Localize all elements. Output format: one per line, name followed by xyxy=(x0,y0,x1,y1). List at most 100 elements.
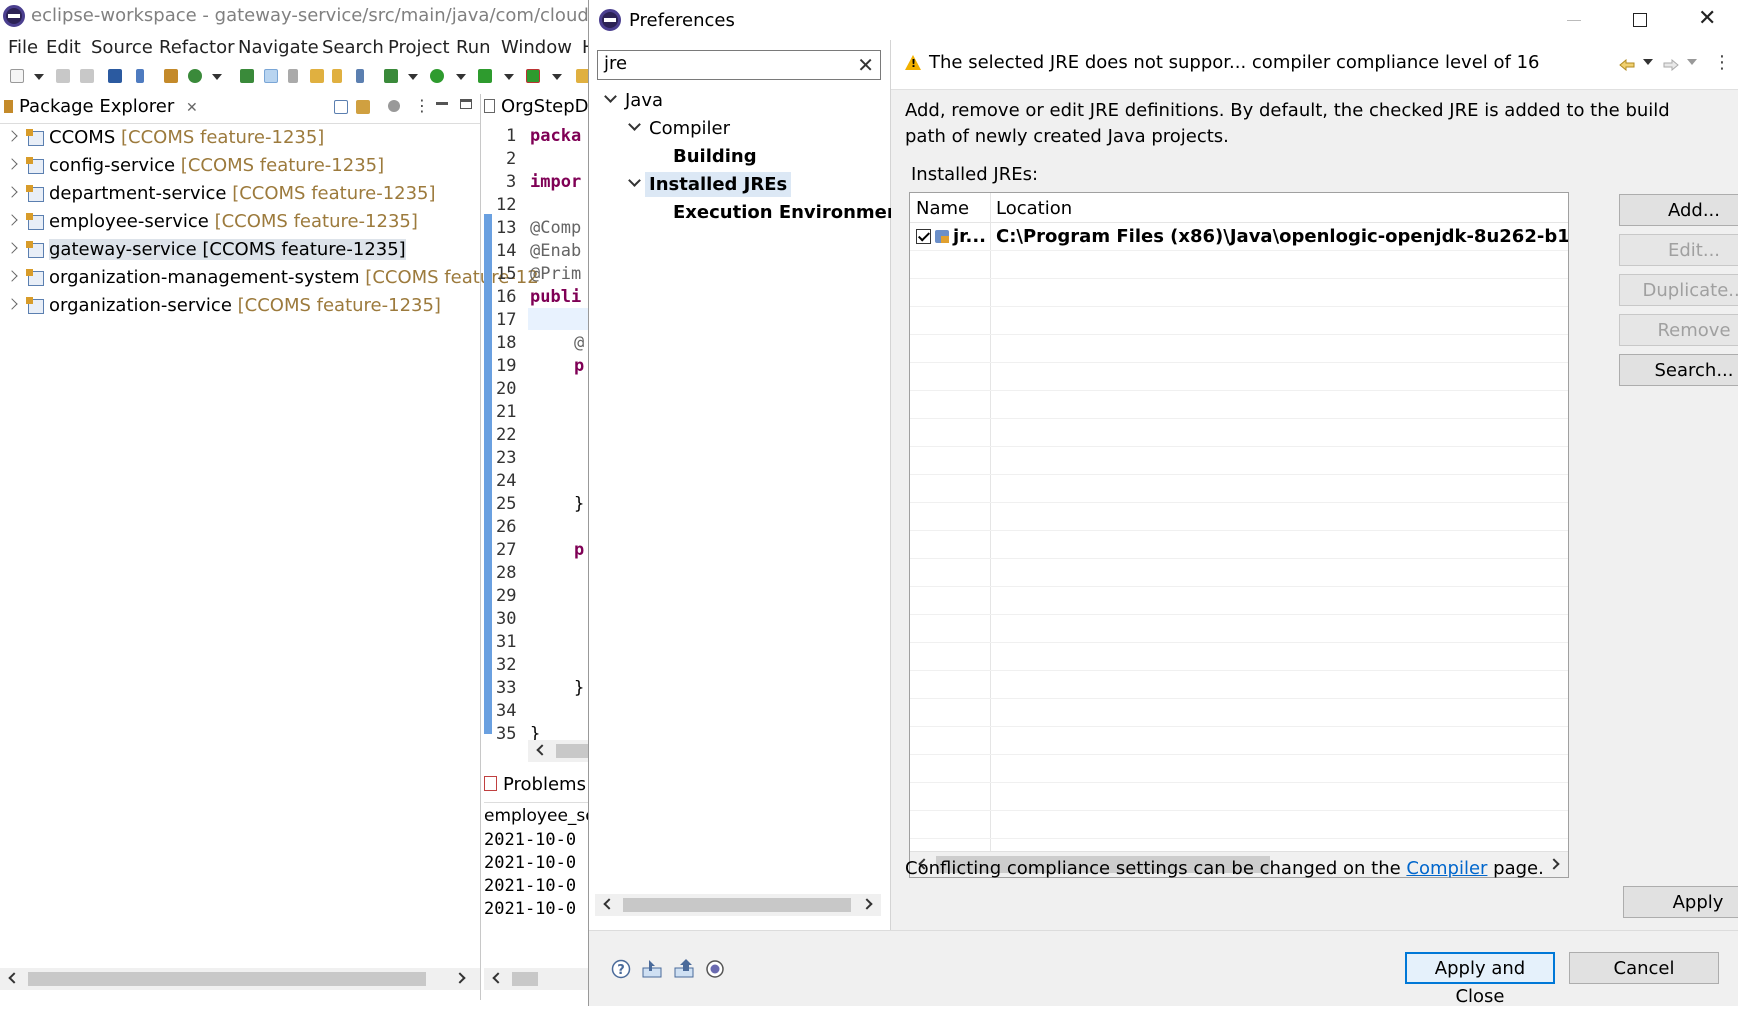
expand-arrow-icon[interactable] xyxy=(6,130,18,142)
expand-arrow-icon[interactable] xyxy=(6,242,18,254)
new-java-package-icon[interactable] xyxy=(164,69,178,83)
filters-icon[interactable] xyxy=(388,100,400,112)
tree-item-java[interactable]: Java xyxy=(625,90,663,111)
scroll-left-icon[interactable] xyxy=(492,972,504,984)
table-row[interactable]: jr... C:\Program Files (x86)\Java\openlo… xyxy=(910,223,1568,251)
menu-navigate[interactable]: Navigate xyxy=(238,37,319,58)
expand-arrow-icon[interactable] xyxy=(6,214,18,226)
minimize-view-icon[interactable] xyxy=(436,102,448,105)
debug-dropdown-icon[interactable] xyxy=(408,74,418,80)
problems-tab[interactable]: Problems xyxy=(484,774,586,795)
menu-source[interactable]: Source xyxy=(91,37,153,58)
tree-item-compiler[interactable]: Compiler xyxy=(649,118,730,139)
view-menu-icon[interactable]: ⋮ xyxy=(414,96,430,115)
compiler-link[interactable]: Compiler xyxy=(1406,858,1487,879)
oomph-icon[interactable] xyxy=(705,959,725,979)
menu-search[interactable]: Search xyxy=(322,37,384,58)
tree-item-execution-environments[interactable]: Execution Environments xyxy=(673,202,919,223)
back-dropdown-icon[interactable] xyxy=(1643,59,1653,65)
filter-input[interactable]: jre ✕ xyxy=(597,50,881,80)
scroll-right-icon[interactable] xyxy=(861,898,873,910)
import-icon[interactable] xyxy=(641,959,662,979)
save-all-icon[interactable] xyxy=(80,69,94,83)
maximize-view-icon[interactable] xyxy=(460,99,472,109)
page-menu-icon[interactable]: ⋮ xyxy=(1713,52,1731,73)
remove-button[interactable]: Remove xyxy=(1619,314,1738,346)
link-editor-icon[interactable] xyxy=(356,100,370,114)
menu-project[interactable]: Project xyxy=(388,37,450,58)
minimize-button[interactable] xyxy=(1541,0,1607,40)
run-icon[interactable] xyxy=(430,69,444,83)
expand-compiler-icon[interactable] xyxy=(628,118,641,131)
project-item[interactable]: department-service [CCOMS feature-1235] xyxy=(0,182,480,208)
close-tab-icon[interactable]: ✕ xyxy=(186,100,198,116)
menu-refactor[interactable]: Refactor xyxy=(159,37,235,58)
coverage-dropdown-icon[interactable] xyxy=(504,74,514,80)
menu-run[interactable]: Run xyxy=(456,37,491,58)
debug-icon[interactable] xyxy=(384,69,398,83)
save-icon[interactable] xyxy=(56,69,70,83)
new-class-dropdown-icon[interactable] xyxy=(212,74,222,80)
console-hscroll[interactable] xyxy=(484,968,590,990)
editor-hscroll[interactable] xyxy=(528,740,590,762)
block-selection-icon[interactable] xyxy=(288,69,298,83)
scroll-left-icon[interactable] xyxy=(8,972,20,984)
new-java-class-icon[interactable] xyxy=(188,69,202,83)
project-item[interactable]: organization-service [CCOMS feature-1235… xyxy=(0,294,480,320)
prev-annotation-icon[interactable] xyxy=(332,69,342,83)
scroll-thumb[interactable] xyxy=(556,744,590,758)
cancel-button[interactable]: Cancel xyxy=(1569,952,1719,984)
search-button[interactable]: Search... xyxy=(1619,354,1738,386)
menu-window[interactable]: Window xyxy=(501,37,572,58)
coverage-icon[interactable] xyxy=(478,69,492,83)
scroll-thumb[interactable] xyxy=(512,972,538,986)
clear-filter-icon[interactable]: ✕ xyxy=(857,53,874,77)
expand-arrow-icon[interactable] xyxy=(6,158,18,170)
apply-and-close-button[interactable]: Apply and Close xyxy=(1405,952,1555,1007)
external-tools-icon[interactable] xyxy=(526,69,540,83)
menu-file[interactable]: File xyxy=(8,37,38,58)
column-header-name[interactable]: Name xyxy=(916,198,969,219)
new-dropdown-icon[interactable] xyxy=(34,74,44,80)
add-button[interactable]: Add... xyxy=(1619,194,1738,226)
expand-arrow-icon[interactable] xyxy=(6,298,18,310)
show-whitespace-icon[interactable] xyxy=(356,69,364,83)
jre-table[interactable]: Name Location jr... C:\Program Files (x8… xyxy=(909,192,1569,878)
highlight-icon[interactable] xyxy=(264,69,278,83)
forward-arrow-icon[interactable] xyxy=(1663,56,1679,72)
package-explorer-tab[interactable]: Package Explorer ✕ xyxy=(4,96,198,117)
menu-edit[interactable]: Edit xyxy=(46,37,81,58)
project-item-selected[interactable]: gateway-service [CCOMS feature-1235] xyxy=(0,238,480,264)
project-item[interactable]: employee-service [CCOMS feature-1235] xyxy=(0,210,480,236)
external-tools-dropdown-icon[interactable] xyxy=(552,74,562,80)
scroll-thumb[interactable] xyxy=(28,972,426,986)
tree-hscroll[interactable] xyxy=(595,894,881,916)
forward-dropdown-icon[interactable] xyxy=(1687,59,1697,65)
collapse-all-icon[interactable] xyxy=(334,100,348,114)
back-arrow-icon[interactable] xyxy=(1619,56,1635,72)
tree-item-installed-jres[interactable]: Installed JREs xyxy=(645,172,792,197)
expand-installed-jres-icon[interactable] xyxy=(628,174,641,187)
scroll-left-icon[interactable] xyxy=(536,744,548,756)
next-annotation-icon[interactable] xyxy=(310,69,324,83)
project-item[interactable]: CCOMS [CCOMS feature-1235] xyxy=(0,126,480,152)
expand-arrow-icon[interactable] xyxy=(6,186,18,198)
edit-button[interactable]: Edit... xyxy=(1619,234,1738,266)
skip-breakpoints-icon[interactable] xyxy=(136,69,144,83)
expand-java-icon[interactable] xyxy=(604,90,617,103)
duplicate-button[interactable]: Duplicate... xyxy=(1619,274,1738,306)
scroll-right-icon[interactable] xyxy=(1548,858,1560,870)
scroll-left-icon[interactable] xyxy=(603,898,615,910)
export-icon[interactable] xyxy=(673,959,694,979)
help-icon[interactable]: ? xyxy=(611,959,631,979)
jre-checkbox[interactable] xyxy=(916,229,931,244)
column-header-location[interactable]: Location xyxy=(996,198,1072,219)
project-item[interactable]: organization-management-system [CCOMS fe… xyxy=(0,266,539,292)
new-icon[interactable] xyxy=(10,69,24,83)
project-item[interactable]: config-service [CCOMS feature-1235] xyxy=(0,154,480,180)
scroll-right-icon[interactable] xyxy=(454,972,466,984)
scroll-thumb[interactable] xyxy=(623,898,851,912)
expand-arrow-icon[interactable] xyxy=(6,270,18,282)
maximize-button[interactable] xyxy=(1607,0,1673,40)
open-type-icon[interactable] xyxy=(240,69,254,83)
